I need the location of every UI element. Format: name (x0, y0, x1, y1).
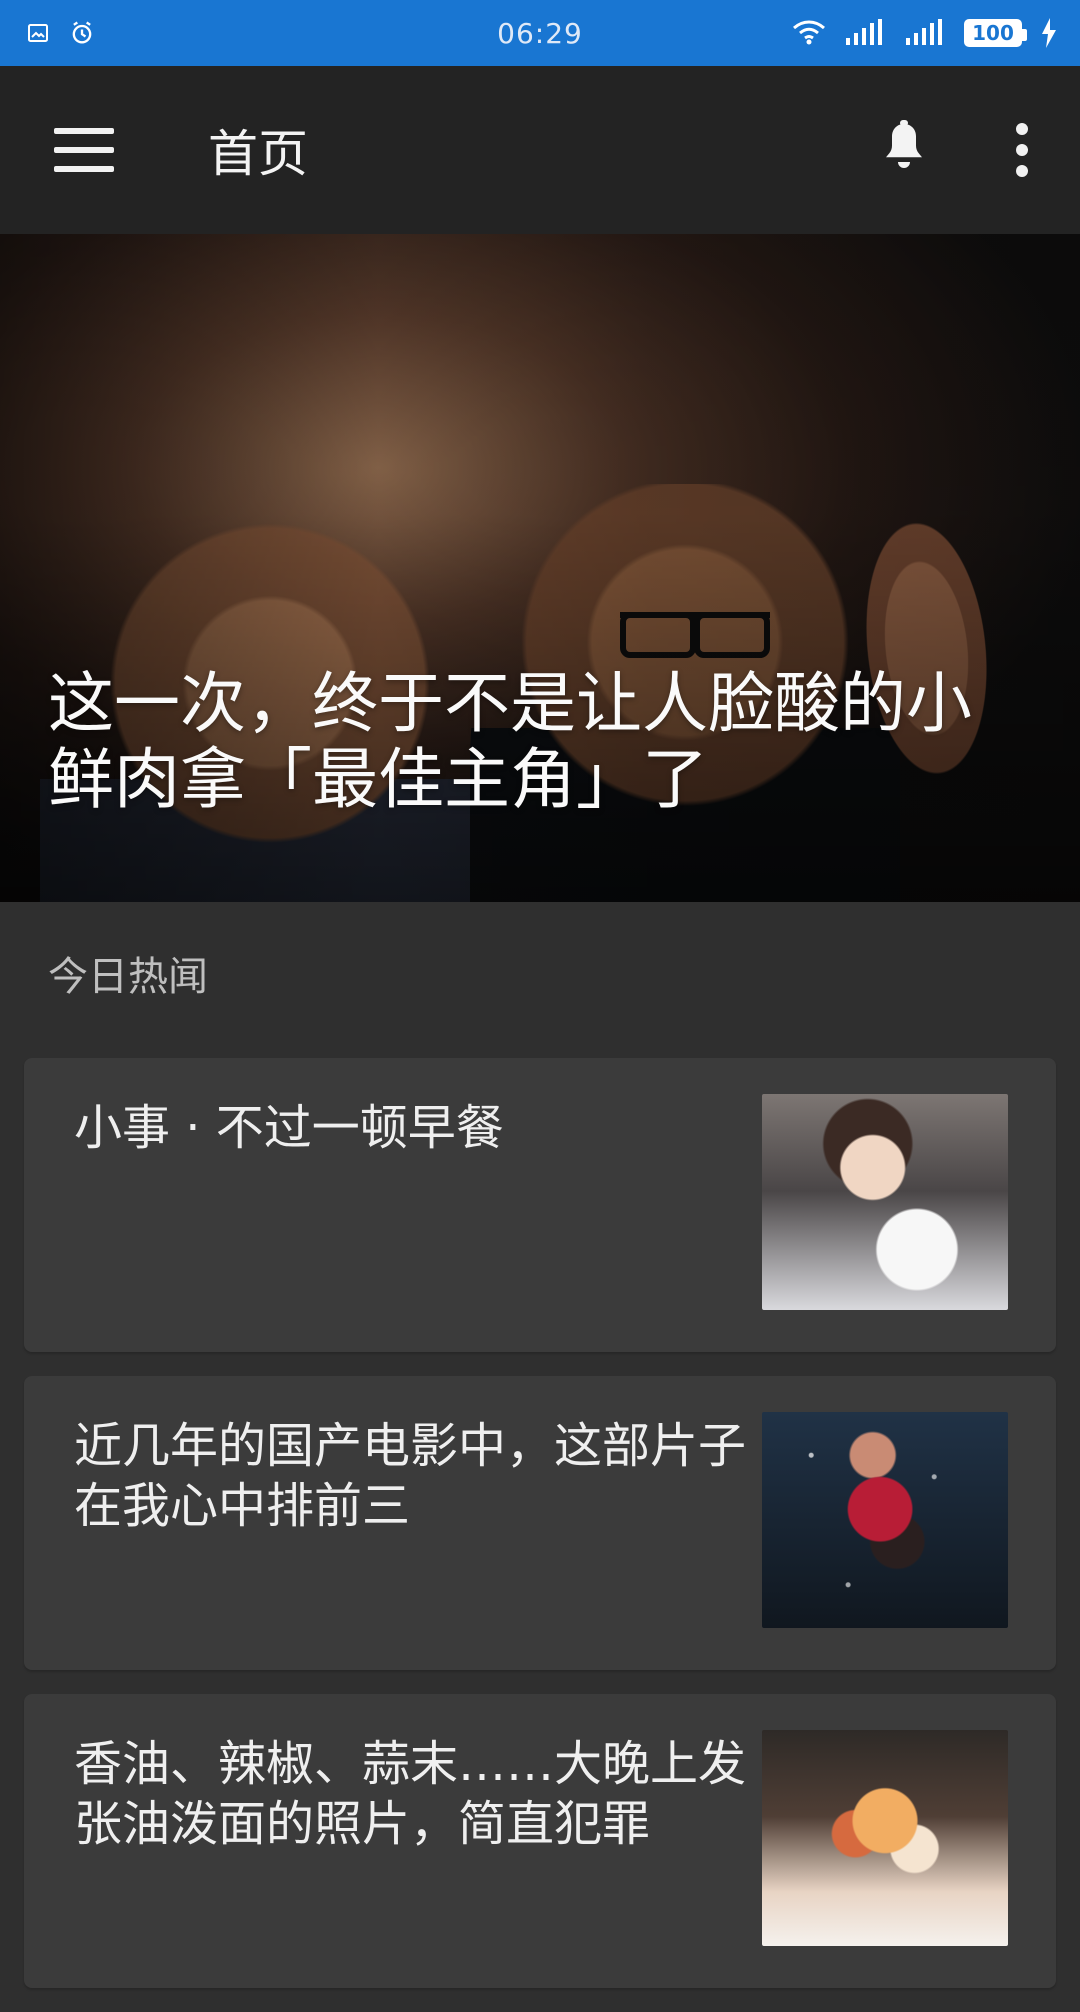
featured-banner[interactable]: 这一次，终于不是让人脸酸的小鲜肉拿「最佳主角」了 (0, 234, 1080, 902)
bell-icon (886, 120, 922, 168)
featured-title[interactable]: 这一次，终于不是让人脸酸的小鲜肉拿「最佳主角」了 (48, 666, 1008, 818)
charging-icon (1040, 18, 1058, 48)
signal-icon (844, 19, 886, 47)
status-left-icons (26, 19, 96, 47)
status-right-icons: 100 (792, 18, 1058, 48)
menu-icon-line (54, 166, 114, 172)
notifications-button[interactable] (880, 120, 928, 180)
article-title[interactable]: 小事 · 不过一顿早餐 (74, 1098, 754, 1158)
article-card[interactable]: 近几年的国产电影中，这部片子在我心中排前三 (24, 1376, 1056, 1670)
article-thumbnail[interactable] (762, 1730, 1008, 1946)
more-vertical-icon-dot (1016, 144, 1028, 156)
article-thumbnail[interactable] (762, 1412, 1008, 1628)
image-icon (26, 21, 50, 45)
alarm-icon (68, 19, 96, 47)
menu-button[interactable] (54, 128, 114, 172)
page-title: 首页 (208, 125, 308, 183)
more-vertical-icon-dot (1016, 165, 1028, 177)
app-bar: 首页 (0, 66, 1080, 234)
more-options-button[interactable] (1016, 123, 1028, 177)
section-title: 今日热闻 (48, 954, 208, 1000)
article-list: 小事 · 不过一顿早餐 近几年的国产电影中，这部片子在我心中排前三 香油、辣椒、… (24, 1058, 1056, 2012)
menu-icon-line (54, 128, 114, 134)
article-card[interactable]: 小事 · 不过一顿早餐 (24, 1058, 1056, 1352)
status-time: 06:29 (497, 16, 583, 50)
article-title[interactable]: 香油、辣椒、蒜末……大晚上发张油泼面的照片，简直犯罪 (74, 1734, 754, 1854)
app-bar-actions (880, 120, 1080, 180)
menu-icon-line (54, 147, 114, 153)
battery-icon: 100 (964, 19, 1027, 47)
wifi-icon (792, 20, 826, 46)
battery-level: 100 (972, 21, 1014, 45)
more-vertical-icon-dot (1016, 123, 1028, 135)
article-title[interactable]: 近几年的国产电影中，这部片子在我心中排前三 (74, 1416, 754, 1536)
signal-icon (904, 19, 946, 47)
status-bar: 06:29 100 (0, 0, 1080, 66)
article-thumbnail[interactable] (762, 1094, 1008, 1310)
article-card[interactable]: 香油、辣椒、蒜末……大晚上发张油泼面的照片，简直犯罪 (24, 1694, 1056, 1988)
